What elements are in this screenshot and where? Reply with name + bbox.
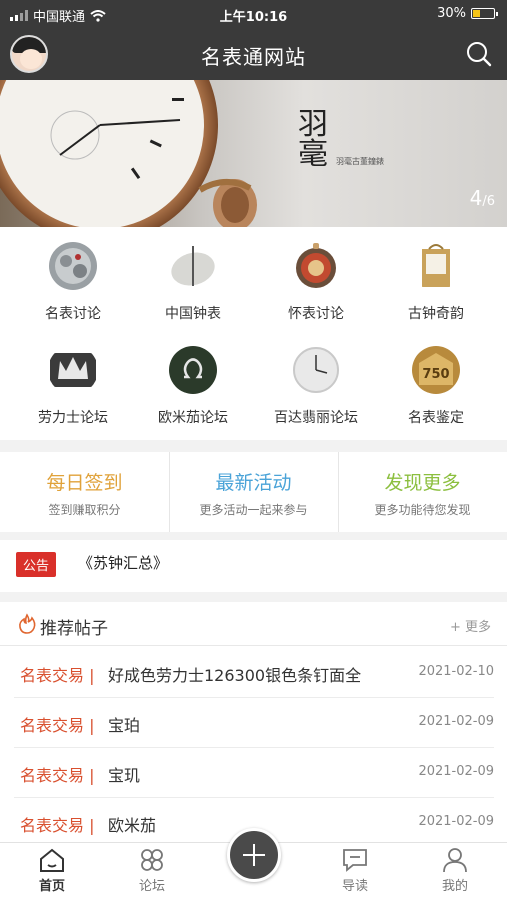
- patek-watch-icon: [293, 347, 339, 393]
- more-link[interactable]: + 更多: [450, 616, 491, 635]
- pocket-watch-image: [0, 80, 257, 227]
- battery-percent: 30%: [437, 6, 466, 21]
- status-bar: 中国联通 上午10:16 30%: [0, 0, 507, 28]
- banner-carousel[interactable]: 羽毫 羽毫古董鐘錶 4/6: [0, 80, 507, 227]
- tab-forum[interactable]: 论坛: [112, 847, 192, 894]
- recommended-title: 推荐帖子: [40, 619, 108, 639]
- rolex-crown-icon: [50, 353, 96, 387]
- notice-tag: 公告: [16, 552, 57, 577]
- new-post-button[interactable]: [227, 828, 281, 882]
- quick-actions: 每日签到 签到赚取积分 最新活动 更多活动一起来参与 发现更多 更多功能待您发现: [0, 452, 507, 532]
- recommended-posts: 推荐帖子 + 更多 名表交易 | 好成色劳力士126300银色条钉面全 2021…: [0, 602, 507, 848]
- category-omega-forum[interactable]: 欧米茄论坛: [130, 345, 256, 427]
- carriage-clock-icon: [422, 244, 450, 287]
- user-icon: [443, 848, 467, 873]
- category-grid: 名表讨论 中国钟表 怀表讨论 古钟奇韵 劳力士论坛 欧米茄论坛 百达翡丽论坛 7…: [0, 227, 507, 440]
- category-watch-discussion[interactable]: 名表讨论: [10, 241, 136, 323]
- search-icon[interactable]: [465, 40, 493, 68]
- forum-icon: [141, 849, 163, 871]
- home-icon: [40, 848, 64, 872]
- tab-home[interactable]: 首页: [12, 847, 92, 894]
- tab-guide[interactable]: 导读: [315, 847, 395, 894]
- category-rolex-forum[interactable]: 劳力士论坛: [10, 345, 136, 427]
- discover-button[interactable]: 发现更多 更多功能待您发现: [338, 452, 507, 532]
- notice-text[interactable]: 《苏钟汇总》: [78, 552, 168, 573]
- category-pocket-watches[interactable]: 怀表讨论: [253, 241, 379, 323]
- notice-bar[interactable]: 公告 《苏钟汇总》: [0, 540, 507, 592]
- banner-logo: 羽毫: [298, 107, 328, 172]
- category-patek-forum[interactable]: 百达翡丽论坛: [253, 345, 379, 427]
- category-authentication[interactable]: 750 名表鉴定: [373, 345, 499, 427]
- sundial-icon: [171, 246, 215, 286]
- post-row[interactable]: 名表交易 | 宝珀 2021-02-09: [14, 698, 494, 748]
- movement-icon: [49, 242, 97, 290]
- clock: 上午10:16: [219, 10, 288, 25]
- carousel-counter: 4/6: [469, 186, 495, 210]
- app-header: 名表通网站: [0, 28, 507, 80]
- recommended-header: 推荐帖子 + 更多: [0, 602, 507, 646]
- page-title: 名表通网站: [201, 45, 306, 69]
- hallmark-750-icon: 750: [412, 346, 460, 394]
- events-button[interactable]: 最新活动 更多活动一起来参与: [169, 452, 338, 532]
- chat-icon: [343, 849, 367, 872]
- category-antique-clocks[interactable]: 古钟奇韵: [373, 241, 499, 323]
- tab-profile[interactable]: 我的: [415, 847, 495, 894]
- battery-icon: [471, 8, 498, 19]
- category-chinese-clocks[interactable]: 中国钟表: [130, 241, 256, 323]
- omega-icon: [169, 346, 217, 394]
- svg-text:750: 750: [422, 367, 449, 382]
- banner-subtitle: 羽毫古董鐘錶: [336, 157, 384, 166]
- post-row[interactable]: 名表交易 | 好成色劳力士126300银色条钉面全 2021-02-10: [14, 648, 494, 698]
- fire-icon: [19, 613, 36, 634]
- checkin-button[interactable]: 每日签到 签到赚取积分: [0, 452, 169, 532]
- pocket-watch-icon: [296, 243, 336, 288]
- post-row[interactable]: 名表交易 | 宝玑 2021-02-09: [14, 748, 494, 798]
